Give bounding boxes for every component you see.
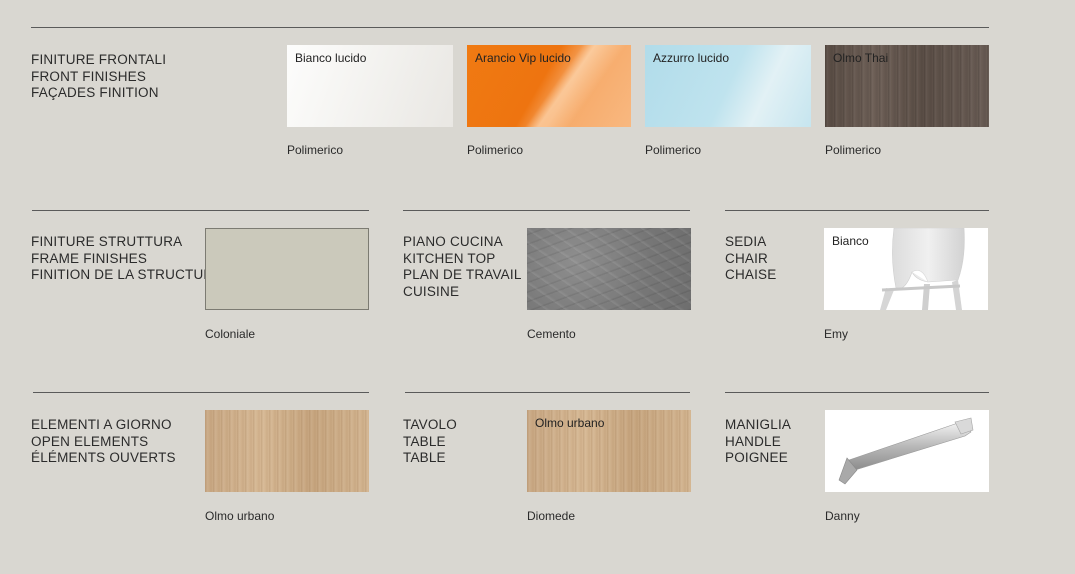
swatch-coloniale [205, 228, 369, 310]
divider-chair [725, 210, 989, 211]
swatch-olmo-urbano [205, 410, 369, 492]
handle-photo [825, 410, 989, 492]
swatch-label: Azzurro lucido [653, 51, 730, 65]
caption-cemento: Cemento [527, 327, 576, 341]
divider-open-elements [33, 392, 369, 393]
swatch-bianco-lucido: Bianco lucido [287, 45, 453, 127]
swatch-cemento [527, 228, 691, 310]
swatch-label: Olmo Thai [833, 51, 889, 65]
swatch-table-olmo-urbano: Olmo urbano [527, 410, 691, 492]
swatch-azzurro-lucido: Azzurro lucido [645, 45, 811, 127]
divider-table [405, 392, 690, 393]
swatch-label: Olmo urbano [535, 416, 605, 430]
swatch-label: Arancio Vip lucido [475, 51, 571, 65]
caption-polimerico-1: Polimerico [287, 143, 344, 157]
divider-frame [32, 210, 369, 211]
caption-olmo-urbano: Olmo urbano [205, 509, 275, 523]
heading-front-finishes: FINITURE FRONTALI FRONT FINISHES FAÇADES… [31, 52, 167, 100]
caption-polimerico-3: Polimerico [645, 143, 702, 157]
caption-danny: Danny [825, 509, 860, 523]
heading-table: TAVOLO TABLE TABLE [403, 417, 457, 465]
swatch-olmo-thai: Olmo Thai [825, 45, 989, 127]
caption-coloniale: Coloniale [205, 327, 256, 341]
caption-polimerico-2: Polimerico [467, 143, 524, 157]
heading-kitchen-top: PIANO CUCINA KITCHEN TOP PLAN DE TRAVAIL… [403, 234, 522, 299]
divider-kitchen-top [403, 210, 690, 211]
caption-emy: Emy [824, 327, 848, 341]
divider-front [31, 27, 989, 28]
handle-icon [838, 417, 974, 485]
caption-diomede: Diomede [527, 509, 576, 523]
swatch-arancio-vip-lucido: Arancio Vip lucido [467, 45, 631, 127]
heading-handle: MANIGLIA HANDLE POIGNEE [725, 417, 792, 465]
swatch-label: Bianco lucido [295, 51, 367, 65]
chair-photo: Bianco [824, 228, 988, 310]
caption-polimerico-4: Polimerico [825, 143, 882, 157]
heading-open-elements: ELEMENTI A GIORNO OPEN ELEMENTS ÉLÉMENTS… [31, 417, 176, 465]
swatch-label: Bianco [832, 234, 869, 248]
divider-handle [725, 392, 989, 393]
heading-frame-finishes: FINITURE STRUTTURA FRAME FINISHES FINITI… [31, 234, 223, 282]
heading-chair: SEDIA CHAIR CHAISE [725, 234, 777, 282]
